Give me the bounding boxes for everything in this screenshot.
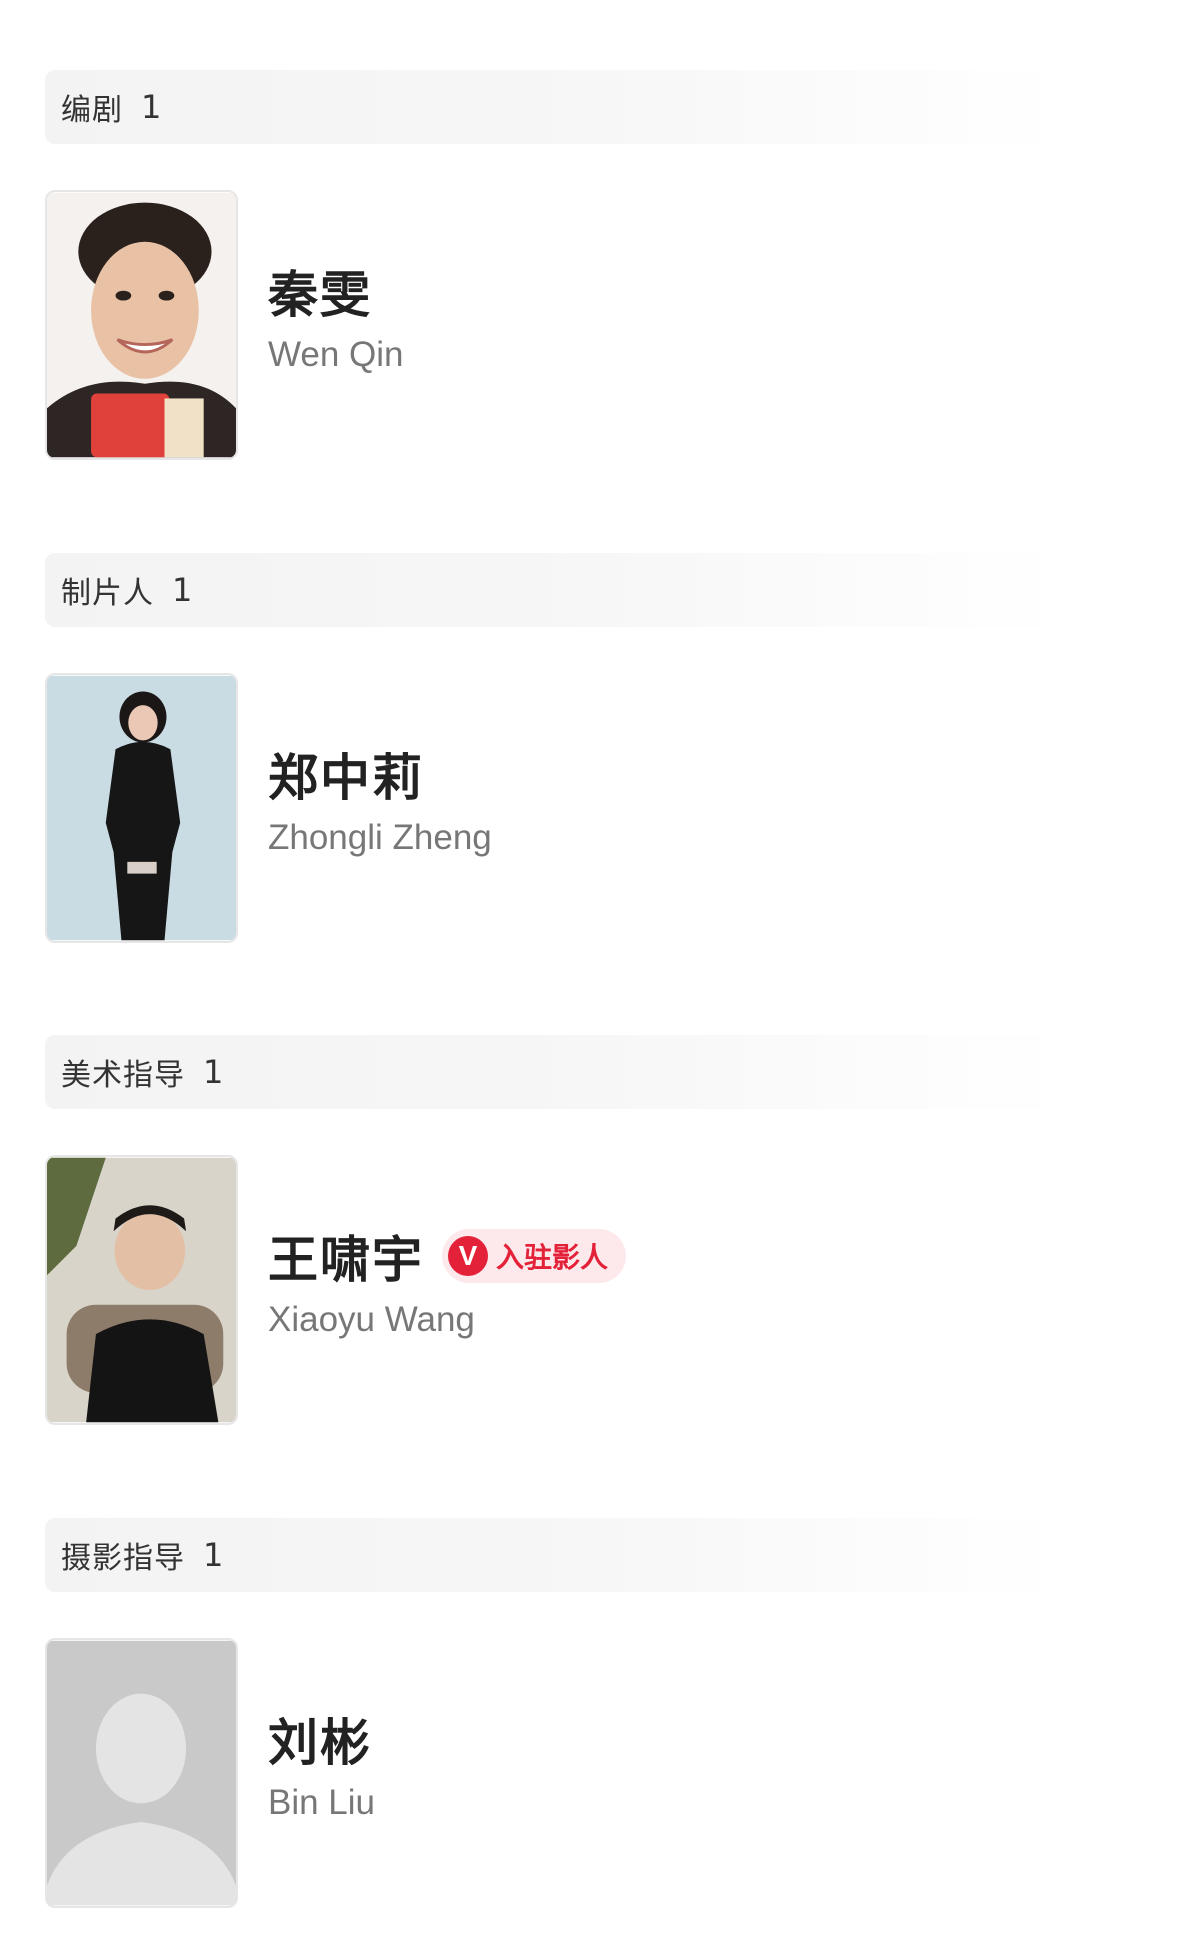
section-role-label: 美术指导	[61, 1058, 185, 1093]
person-name-en: Zhongli Zheng	[268, 818, 492, 857]
portrait-photo	[47, 675, 236, 941]
person-card-xiaoyu-wang[interactable]: 王啸宇 V 入驻影人 Xiaoyu Wang	[45, 1155, 1065, 1425]
section-count: 1	[203, 1053, 224, 1091]
section-header: 摄影指导 1	[45, 1518, 1065, 1592]
avatar[interactable]	[45, 1638, 238, 1908]
crew-section-screenwriter: 编剧 1 秦雯 Wen Qin	[45, 70, 1065, 460]
name-row: 刘彬	[268, 1703, 375, 1775]
person-card-zhongli-zheng[interactable]: 郑中莉 Zhongli Zheng	[45, 673, 1065, 943]
person-names: 王啸宇 V 入驻影人 Xiaoyu Wang	[268, 1220, 627, 1340]
person-name-en: Wen Qin	[268, 335, 404, 374]
section-role-label: 摄影指导	[61, 1541, 185, 1576]
default-avatar-placeholder-icon	[47, 1640, 236, 1906]
person-card-wen-qin[interactable]: 秦雯 Wen Qin	[45, 190, 1065, 460]
avatar[interactable]	[45, 1155, 238, 1425]
section-count: 1	[172, 571, 193, 609]
person-name-cn[interactable]: 郑中莉	[268, 738, 424, 810]
crew-section-producer: 制片人 1 郑中莉 Zhongli Zheng	[45, 553, 1065, 943]
person-names: 郑中莉 Zhongli Zheng	[268, 738, 492, 858]
verified-badge-label: 入驻影人	[496, 1241, 609, 1274]
verified-badge[interactable]: V 入驻影人	[442, 1229, 627, 1283]
crew-section-art-director: 美术指导 1 王啸宇 V 入驻影人 Xiaoyu Wang	[45, 1035, 1065, 1425]
person-name-cn[interactable]: 秦雯	[268, 255, 372, 327]
person-name-en: Xiaoyu Wang	[268, 1300, 475, 1339]
name-row: 郑中莉	[268, 738, 492, 810]
portrait-photo	[47, 1157, 236, 1423]
section-header: 美术指导 1	[45, 1035, 1065, 1109]
avatar[interactable]	[45, 673, 238, 943]
person-name-cn[interactable]: 王啸宇	[268, 1220, 424, 1292]
section-count: 1	[141, 88, 162, 126]
section-header: 编剧 1	[45, 70, 1065, 144]
section-role-label: 编剧	[61, 93, 123, 128]
name-row: 王啸宇 V 入驻影人	[268, 1220, 627, 1292]
avatar[interactable]	[45, 190, 238, 460]
person-card-bin-liu[interactable]: 刘彬 Bin Liu	[45, 1638, 1065, 1908]
section-count: 1	[203, 1536, 224, 1574]
section-header: 制片人 1	[45, 553, 1065, 627]
crew-section-cinematographer: 摄影指导 1 刘彬 Bin Liu	[45, 1518, 1065, 1908]
person-names: 刘彬 Bin Liu	[268, 1703, 375, 1823]
person-name-cn[interactable]: 刘彬	[268, 1703, 372, 1775]
name-row: 秦雯	[268, 255, 404, 327]
portrait-photo	[47, 192, 236, 458]
person-names: 秦雯 Wen Qin	[268, 255, 404, 375]
person-name-en: Bin Liu	[268, 1783, 376, 1822]
crew-list-page: 编剧 1 秦雯 Wen Qin 制片人 1 郑中莉 Zhongli Zheng …	[0, 0, 1179, 1951]
verified-v-icon: V	[448, 1236, 488, 1276]
section-role-label: 制片人	[61, 576, 154, 611]
